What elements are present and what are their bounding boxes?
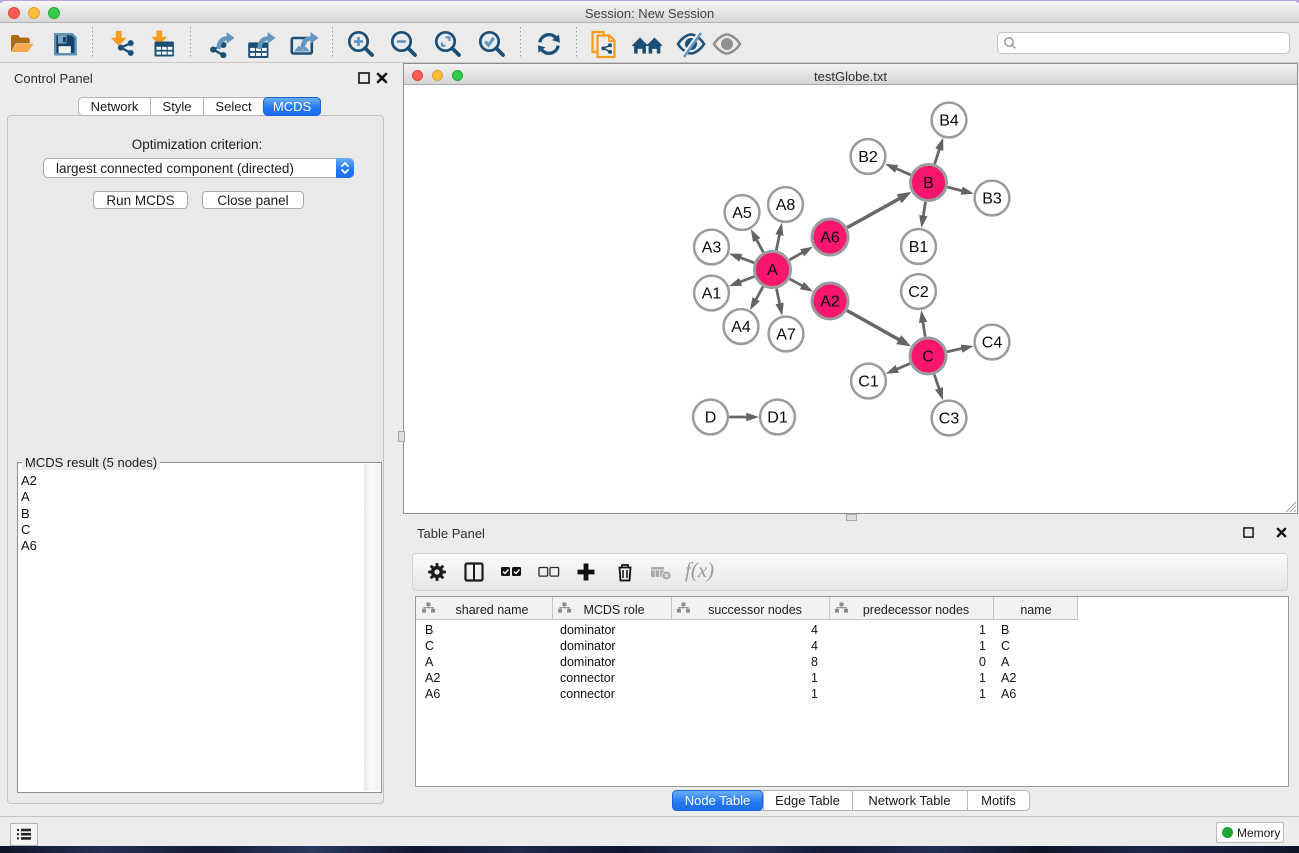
svg-text:C3: C3 xyxy=(939,411,960,428)
svg-text:A6: A6 xyxy=(820,230,840,247)
svg-text:B4: B4 xyxy=(939,113,959,130)
svg-text:B: B xyxy=(923,175,934,192)
svg-text:A4: A4 xyxy=(731,319,751,336)
svg-text:B1: B1 xyxy=(909,239,929,256)
svg-text:B2: B2 xyxy=(858,149,878,166)
svg-text:A5: A5 xyxy=(732,205,752,222)
svg-text:C1: C1 xyxy=(858,374,879,391)
svg-text:C2: C2 xyxy=(908,284,929,301)
svg-text:D1: D1 xyxy=(767,410,788,427)
svg-text:A: A xyxy=(767,262,778,279)
svg-text:B3: B3 xyxy=(982,191,1002,208)
svg-text:A7: A7 xyxy=(776,327,796,344)
svg-text:A3: A3 xyxy=(702,240,722,257)
svg-text:D: D xyxy=(705,410,717,427)
svg-text:C: C xyxy=(922,349,934,366)
svg-text:A2: A2 xyxy=(820,294,840,311)
svg-text:A8: A8 xyxy=(776,197,796,214)
svg-text:A1: A1 xyxy=(702,286,722,303)
svg-text:C4: C4 xyxy=(982,335,1003,352)
